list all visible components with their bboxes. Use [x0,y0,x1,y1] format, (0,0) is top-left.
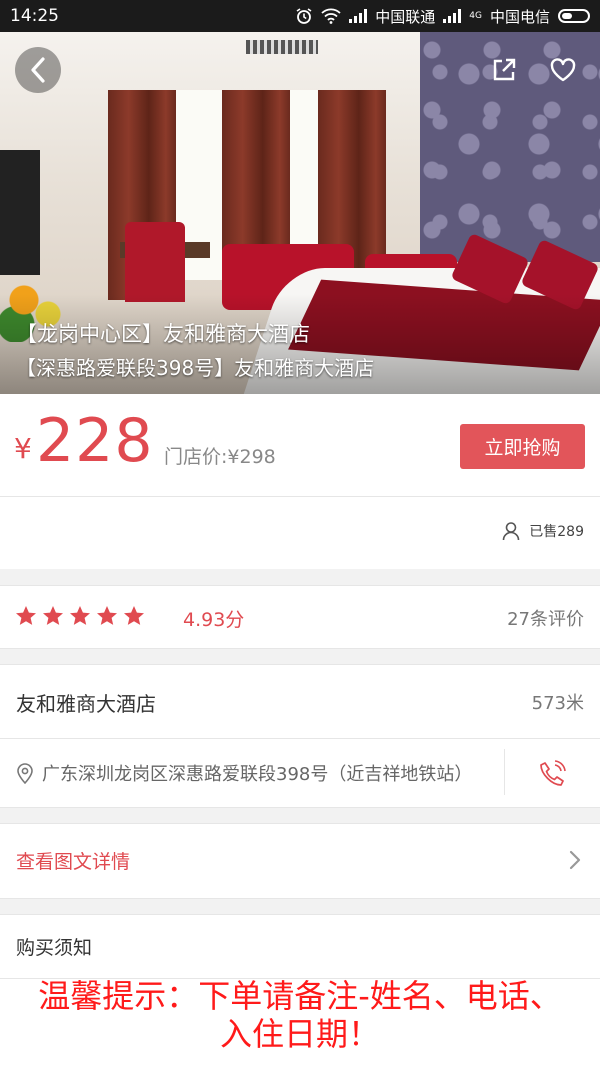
favorite-button[interactable] [540,47,586,93]
battery-icon [558,9,590,23]
detail-row[interactable]: 查看图文详情 [0,823,600,899]
currency-symbol: ¥ [14,432,32,465]
chevron-right-icon [569,850,581,870]
sold-section: 已售289 [0,497,600,569]
back-button[interactable] [15,47,61,93]
phone-icon [540,760,566,786]
star-icon [124,606,144,625]
star-icon [16,606,36,625]
rating-row[interactable]: 4.93分 27条评价 [0,585,600,649]
buy-now-button[interactable]: 立即抢购 [460,424,585,469]
chevron-left-icon [31,57,45,83]
purchase-notice: 购买须知 温馨提示：下单请备注-姓名、电话、入住日期！ [0,914,600,1068]
divider [0,738,600,739]
chair [125,222,185,302]
sold-label: 已售289 [529,524,584,540]
star-icon [70,606,90,625]
share-icon [493,58,516,81]
signal2-icon [443,9,462,23]
notice-text: 温馨提示：下单请备注-姓名、电话、入住日期！ [38,977,562,1053]
star-icon [43,606,63,625]
deal-price: 228 [36,406,154,476]
rating-score: 4.93分 [183,609,245,631]
sold-count: 已售289 [501,521,584,541]
alarm-icon [295,7,313,25]
view-details-link[interactable]: 查看图文详情 [16,847,130,874]
star-icon [97,606,117,625]
carrier2-label: 中国电信 [489,7,550,26]
hotel-info: 友和雅商大酒店 573米 广东深圳龙岗区深惠路爱联段398号（近吉祥地铁站） [0,664,600,808]
signal-icon [349,9,368,23]
ceiling-vent [246,40,318,54]
vertical-divider [504,749,505,795]
price-section: ¥ 228 门店价:¥298 立即抢购 [0,394,600,497]
hotel-address: 广东深圳龙岗区深惠路爱联段398号（近吉祥地铁站） [42,764,473,785]
star-rating [14,604,146,628]
network-type-label: 4G [469,11,482,21]
hotel-distance: 573米 [531,693,584,714]
carrier1-label: 中国联通 [375,7,436,26]
address-row[interactable]: 广东深圳龙岗区深惠路爱联段398号（近吉祥地铁站） [16,760,502,786]
hotel-name[interactable]: 友和雅商大酒店 [16,688,156,717]
share-button[interactable] [481,47,527,93]
review-count[interactable]: 27条评价 [507,605,584,631]
user-icon [502,522,520,541]
hero-subtitle: 【深惠路爱联段398号】友和雅商大酒店 [16,356,375,380]
hero-title: 【龙岗中心区】友和雅商大酒店 [16,322,310,346]
status-bar: 14:25 中国联通 4G 中国电信 [0,0,600,32]
heart-icon [550,58,576,82]
store-price: 门店价:¥298 [164,446,276,468]
call-button[interactable] [534,756,570,792]
notice-title: 购买须知 [16,937,93,959]
hero-image: 【龙岗中心区】友和雅商大酒店 【深惠路爱联段398号】友和雅商大酒店 [0,32,600,394]
wifi-icon [321,8,341,24]
tv [0,150,40,275]
status-time: 14:25 [10,6,59,26]
location-pin-icon [17,763,33,784]
